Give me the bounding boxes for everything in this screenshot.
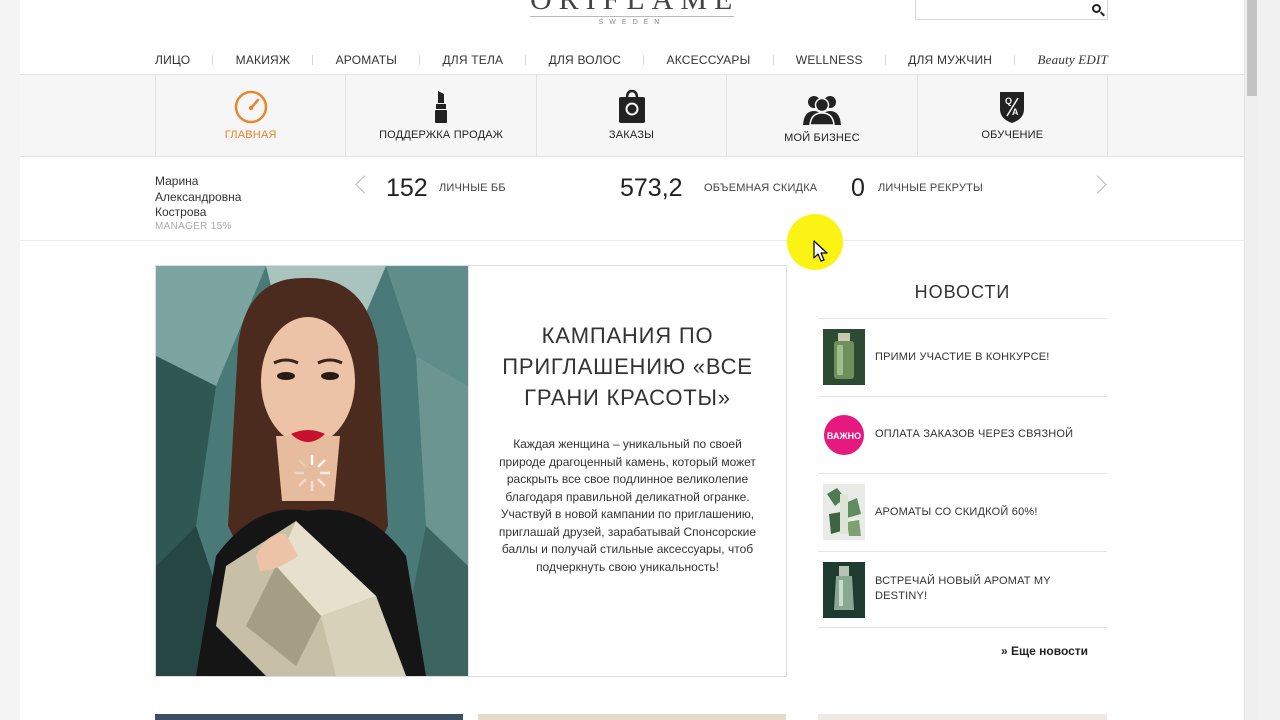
search-input[interactable] bbox=[915, 0, 1108, 20]
recruits-value: 0 bbox=[851, 174, 865, 202]
mouse-pointer-icon bbox=[813, 240, 828, 262]
tab-label: МОЙ БИЗНЕС bbox=[784, 132, 860, 144]
search-icon[interactable] bbox=[1092, 4, 1101, 13]
news-title[interactable]: ВСТРЕЧАЙ НОВЫЙ АРОМАТ MY DESTINY! bbox=[875, 552, 1103, 628]
chevron-right-icon[interactable] bbox=[1088, 175, 1107, 194]
personal-bp-label: ЛИЧНЫЕ ББ bbox=[439, 182, 506, 194]
svg-text:Q: Q bbox=[1005, 96, 1012, 106]
news-heading: НОВОСТИ bbox=[914, 282, 1011, 302]
next-card-image[interactable] bbox=[155, 714, 463, 720]
news-thumbnail[interactable] bbox=[823, 329, 865, 385]
news-list: ПРИМИ УЧАСТИЕ В КОНКУРСЕ! ВАЖНО ОПЛАТА З… bbox=[818, 318, 1107, 628]
stats-row: Марина Александровна Кострова MANAGER 15… bbox=[20, 158, 1244, 241]
volume-discount-value: 573,2 bbox=[620, 174, 683, 202]
main-navigation: ЛИЦО МАКИЯЖ АРОМАТЫ ДЛЯ ТЕЛА ДЛЯ ВОЛОС А… bbox=[155, 50, 1108, 70]
next-card-image[interactable] bbox=[818, 714, 1107, 720]
news-thumbnail[interactable] bbox=[823, 561, 865, 618]
tab-label: ЗАКАЗЫ bbox=[608, 129, 655, 141]
tab-label: ГЛАВНАЯ bbox=[224, 129, 277, 141]
news-item[interactable]: ПРИМИ УЧАСТИЕ В КОНКУРСЕ! bbox=[818, 318, 1107, 396]
nav-item-wellness[interactable]: WELLNESS bbox=[796, 53, 863, 67]
shopping-bag-icon bbox=[617, 89, 647, 130]
nav-item-fragrances[interactable]: АРОМАТЫ bbox=[336, 53, 398, 67]
nav-item-hair[interactable]: ДЛЯ ВОЛОС bbox=[549, 53, 621, 67]
user-first-name: Марина bbox=[155, 174, 199, 188]
scrollbar-thumb[interactable] bbox=[1247, 0, 1257, 96]
promo-title[interactable]: КАМПАНИЯ ПО ПРИГЛАШЕНИЮ «ВСЕ ГРАНИ КРАСО… bbox=[489, 320, 766, 413]
promo-card[interactable]: КАМПАНИЯ ПО ПРИГЛАШЕНИЮ «ВСЕ ГРАНИ КРАСО… bbox=[155, 265, 787, 677]
oriflame-logo[interactable]: ORIFLAME SWEDEN bbox=[530, 0, 734, 26]
news-item[interactable]: ВСТРЕЧАЙ НОВЫЙ АРОМАТ MY DESTINY! bbox=[818, 550, 1107, 628]
nav-divider bbox=[1014, 55, 1016, 65]
tab-orders[interactable]: ЗАКАЗЫ bbox=[535, 75, 726, 156]
tab-sales-support[interactable]: ПОДДЕРЖКА ПРОДАЖ bbox=[345, 75, 535, 156]
nav-divider bbox=[212, 55, 214, 65]
tab-training[interactable]: Q A ОБУЧЕНИЕ bbox=[916, 75, 1109, 156]
news-thumbnail[interactable] bbox=[823, 484, 865, 540]
gauge-icon bbox=[233, 89, 269, 130]
qa-shield-icon: Q A bbox=[997, 89, 1027, 130]
next-card-image[interactable] bbox=[478, 714, 786, 720]
nav-item-men[interactable]: ДЛЯ МУЖЧИН bbox=[908, 53, 992, 67]
right-margin bbox=[1258, 0, 1280, 720]
volume-discount-label: ОБЪЕМНАЯ СКИДКА bbox=[704, 182, 818, 194]
logo-wordmark: ORIFLAME bbox=[530, 0, 734, 16]
vertical-scrollbar[interactable] bbox=[1244, 0, 1258, 720]
user-rank: MANAGER 15% bbox=[155, 221, 232, 232]
nav-divider bbox=[643, 55, 645, 65]
news-title[interactable]: ОПЛАТА ЗАКАЗОВ ЧЕРЕЗ СВЯЗНОЙ bbox=[875, 397, 1103, 474]
news-item[interactable]: АРОМАТЫ СО СКИДКОЙ 60%! bbox=[818, 473, 1107, 551]
tab-label: ПОДДЕРЖКА ПРОДАЖ bbox=[379, 129, 504, 141]
nav-divider bbox=[419, 55, 421, 65]
promo-text-panel: КАМПАНИЯ ПО ПРИГЛАШЕНИЮ «ВСЕ ГРАНИ КРАСО… bbox=[468, 266, 786, 676]
news-thumbnail[interactable]: ВАЖНО bbox=[823, 406, 865, 463]
personal-bp-value: 152 bbox=[386, 174, 428, 202]
news-item[interactable]: ВАЖНО ОПЛАТА ЗАКАЗОВ ЧЕРЕЗ СВЯЗНОЙ bbox=[818, 395, 1107, 474]
user-name: Марина Александровна Кострова bbox=[155, 174, 285, 221]
user-patronymic: Александровна bbox=[155, 189, 242, 204]
news-title[interactable]: ПРИМИ УЧАСТИЕ В КОНКУРСЕ! bbox=[875, 319, 1103, 396]
nav-divider bbox=[884, 55, 886, 65]
more-news-link[interactable]: » Еще новости bbox=[1001, 644, 1088, 658]
tab-my-business[interactable]: МОЙ БИЗНЕС bbox=[726, 75, 916, 156]
tab-home[interactable]: ГЛАВНАЯ bbox=[155, 75, 345, 156]
promo-description: Каждая женщина – уникальный по своей при… bbox=[498, 437, 757, 574]
nav-divider bbox=[312, 55, 314, 65]
nav-item-beauty-edit[interactable]: Beauty EDIT bbox=[1038, 52, 1108, 68]
left-margin bbox=[0, 0, 20, 720]
nav-item-accessories[interactable]: АКСЕССУАРЫ bbox=[667, 53, 751, 67]
tab-label: ОБУЧЕНИЕ bbox=[981, 129, 1044, 141]
chevron-left-icon[interactable] bbox=[355, 175, 374, 194]
logo-tagline: SWEDEN bbox=[530, 16, 734, 26]
dashboard-tabs-bar: ГЛАВНАЯ ПОДДЕРЖКА ПРОДАЖ ЗАКАЗЫ МОЙ БИЗН… bbox=[20, 74, 1244, 157]
important-badge-text: ВАЖНО bbox=[827, 431, 861, 441]
news-title[interactable]: АРОМАТЫ СО СКИДКОЙ 60%! bbox=[875, 474, 1103, 551]
nav-divider bbox=[525, 55, 527, 65]
nav-item-body[interactable]: ДЛЯ ТЕЛА bbox=[442, 53, 503, 67]
nav-item-face[interactable]: ЛИЦО bbox=[155, 53, 190, 67]
dashboard-tabs: ГЛАВНАЯ ПОДДЕРЖКА ПРОДАЖ ЗАКАЗЫ МОЙ БИЗН… bbox=[155, 75, 1109, 156]
team-icon bbox=[802, 93, 842, 132]
svg-text:A: A bbox=[1012, 107, 1019, 117]
lipstick-icon bbox=[431, 89, 451, 130]
nav-divider bbox=[772, 55, 774, 65]
user-last-name: Кострова bbox=[155, 205, 207, 219]
recruits-label: ЛИЧНЫЕ РЕКРУТЫ bbox=[878, 182, 983, 194]
nav-item-makeup[interactable]: МАКИЯЖ bbox=[236, 53, 291, 67]
promo-image[interactable] bbox=[156, 266, 468, 676]
